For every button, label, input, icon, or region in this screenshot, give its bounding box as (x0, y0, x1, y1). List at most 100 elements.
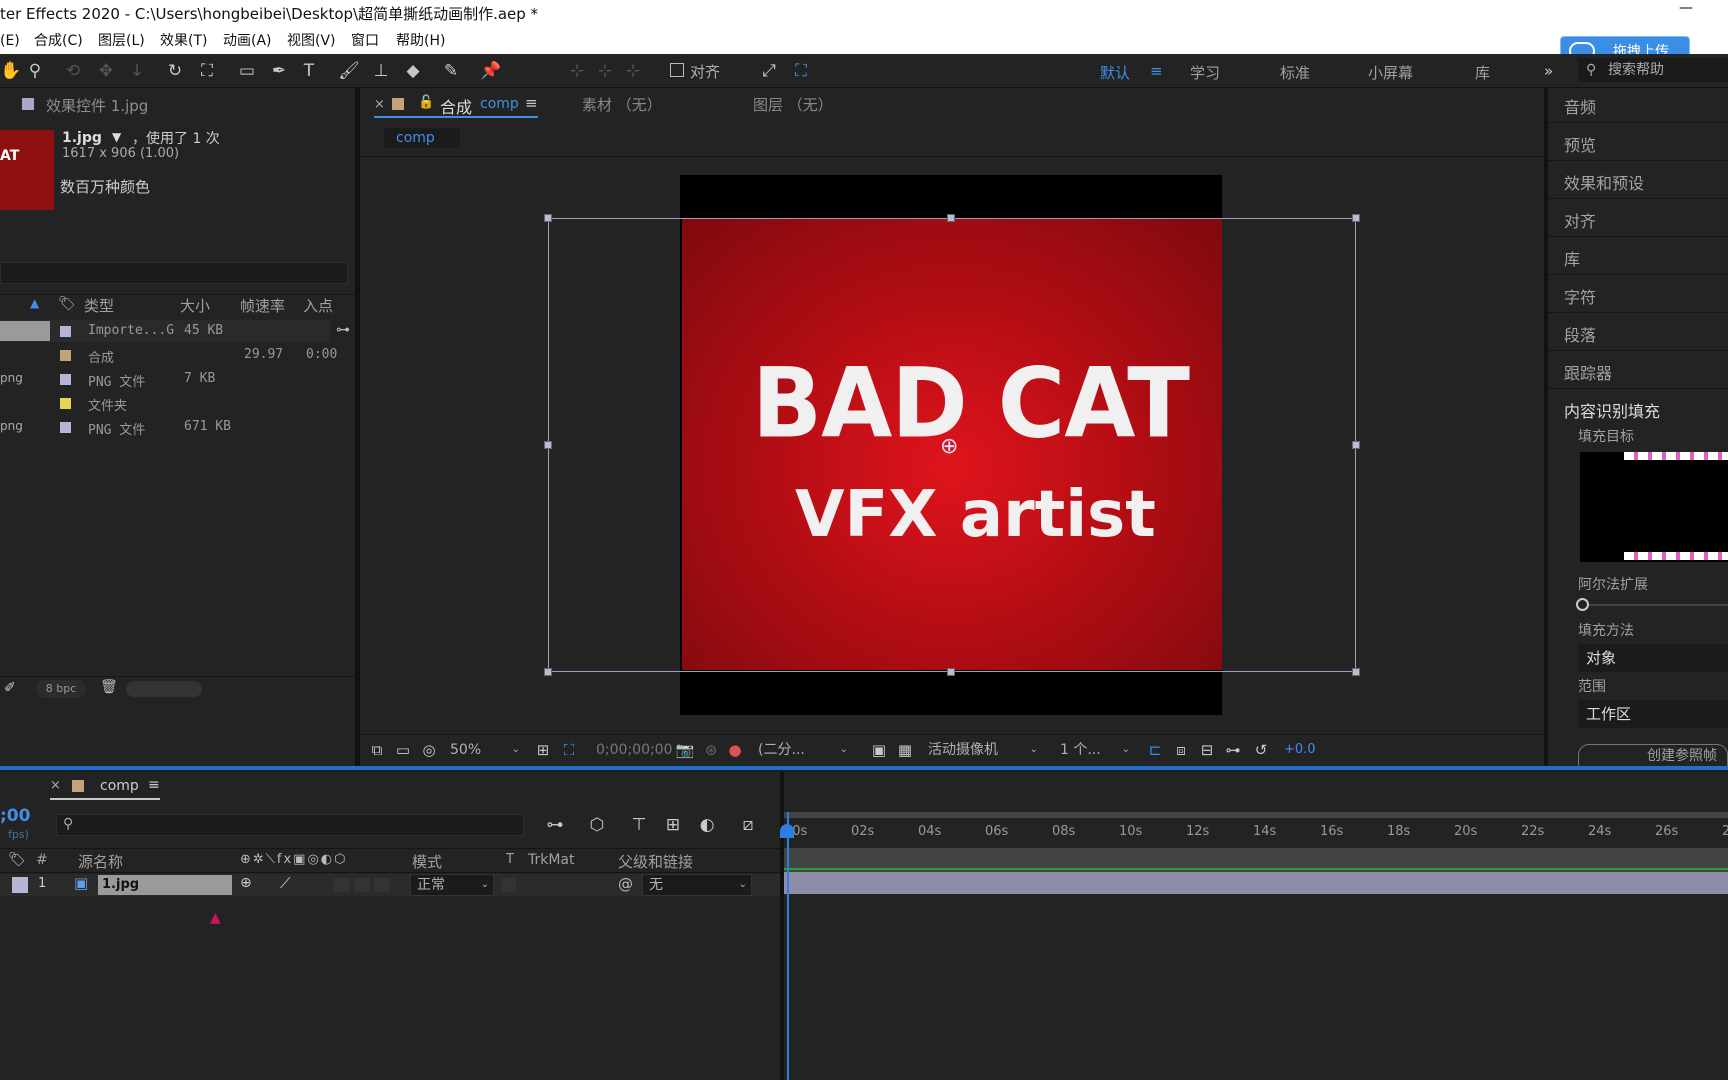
panel-library[interactable]: 库 (1564, 246, 1580, 270)
orbit-icon[interactable]: ⟲ (62, 60, 84, 82)
project-row[interactable]: 合成 29.97 0:00 (0, 344, 337, 366)
menu-composition[interactable]: 合成(C) (34, 28, 83, 54)
brush-icon[interactable]: 🖌 (338, 60, 360, 82)
thumbnail-slider[interactable] (126, 681, 202, 697)
menu-view[interactable]: 视图(V) (287, 28, 336, 54)
transparency-grid-icon[interactable]: ▦ (894, 739, 916, 761)
axis-view-icon[interactable]: ⊹ (622, 60, 644, 82)
sort-up-icon[interactable]: ▲ (30, 296, 39, 310)
timeline-search-input[interactable]: ⚲ (56, 814, 524, 836)
display-icon[interactable]: ▭ (392, 739, 414, 761)
alpha-slider-thumb[interactable] (1576, 598, 1589, 611)
row-color-label[interactable] (60, 398, 71, 409)
preserve-transparency-box[interactable] (502, 878, 516, 892)
col-parent[interactable]: 父级和链接 (618, 851, 693, 872)
switch-box[interactable] (374, 878, 390, 892)
effect-controls-tab[interactable]: 效果控件 1.jpg (46, 95, 148, 116)
time-ruler[interactable]: 00s 02s 04s 06s 08s 10s 12s 14s 16s 18s 20s 22s 24s 2… (784, 810, 1728, 848)
views-dropdown[interactable]: 1 个... ⌄ (1054, 740, 1134, 762)
layer-tab[interactable]: 图层 （无） (753, 94, 833, 115)
toggle-pixel-icon[interactable]: ⊏ (1144, 739, 1166, 761)
project-row[interactable]: 文件夹 (0, 392, 330, 414)
panel-audio[interactable]: 音频 (1564, 94, 1596, 118)
region-icon[interactable]: ⛶ (558, 739, 580, 761)
layer-duration-bar[interactable] (784, 872, 1728, 894)
exposure-value[interactable]: +0.0 (1284, 742, 1316, 757)
transform-handle[interactable] (544, 214, 552, 222)
switch-box[interactable] (334, 878, 350, 892)
search-help-input[interactable]: ⚲ 搜索帮助 (1578, 58, 1728, 82)
frame-blend-icon[interactable]: ⊞ (662, 814, 684, 836)
col-fps[interactable]: 帧速率 (240, 295, 285, 316)
interpret-icon[interactable]: ✐ (4, 680, 16, 696)
menu-effect[interactable]: 效果(T) (160, 28, 207, 54)
panel-character[interactable]: 字符 (1564, 284, 1596, 308)
graph-editor-icon[interactable]: ⧄ (737, 814, 759, 836)
pen-icon[interactable]: ✒ (268, 60, 290, 82)
always-preview-icon[interactable]: ⧉ (366, 739, 388, 761)
snap-checkbox[interactable] (670, 63, 684, 77)
shy-icon[interactable]: ⊤ (628, 814, 650, 836)
col-hash[interactable]: # (36, 852, 48, 868)
menu-edit[interactable]: (E) (0, 28, 20, 54)
bpc-button[interactable]: 8 bpc (36, 680, 86, 698)
workspace-default[interactable]: 默认 (1100, 62, 1130, 83)
col-source-name[interactable]: 源名称 (78, 851, 123, 872)
col-trkmat[interactable]: TrkMat (528, 852, 575, 868)
row-color-label[interactable] (60, 326, 71, 337)
project-search-input[interactable] (0, 262, 348, 284)
timeline-tab-name[interactable]: comp (100, 778, 139, 794)
stamp-icon[interactable]: ⊥ (370, 60, 392, 82)
content-aware-fill-title[interactable]: 内容识别填充 (1564, 398, 1660, 422)
pickwhip-icon[interactable]: @ (618, 875, 633, 893)
mode-dropdown[interactable]: 正常 ⌄ (410, 874, 494, 896)
col-type[interactable]: 类型 (84, 295, 114, 316)
playhead[interactable] (787, 812, 789, 1080)
fit-icon[interactable]: ⊞ (532, 739, 554, 761)
zoom-icon[interactable]: ⚲ (24, 60, 46, 82)
flowchart-icon[interactable]: ⊶ (336, 322, 350, 338)
project-row[interactable]: png PNG 文件 7 KB (0, 368, 330, 390)
panel-preview[interactable]: 预览 (1564, 132, 1596, 156)
anchor-point-icon[interactable]: ⊕ (940, 434, 958, 459)
work-area-bar[interactable] (784, 812, 1728, 818)
panel-align[interactable]: 对齐 (1564, 208, 1596, 232)
menu-layer[interactable]: 图层(L) (98, 28, 145, 54)
reset-exposure-icon[interactable]: ↺ (1250, 739, 1272, 761)
motion-blur-icon[interactable]: ◐ (696, 814, 718, 836)
row-color-label[interactable] (60, 350, 71, 361)
workspace-standard[interactable]: 标准 (1280, 62, 1310, 83)
rectangle-icon[interactable]: ▭ (236, 60, 258, 82)
fast-preview-icon[interactable]: ⧈ (1170, 739, 1192, 761)
puppet-icon[interactable]: 📌 (480, 60, 502, 82)
zoom-dropdown[interactable]: 50% ⌄ (444, 740, 524, 762)
show-snapshot-icon[interactable]: ⊛ (700, 739, 722, 761)
panel-effects-presets[interactable]: 效果和预设 (1564, 170, 1644, 194)
axis-world-icon[interactable]: ⊹ (594, 60, 616, 82)
roi-icon[interactable]: ▣ (868, 739, 890, 761)
row-color-label[interactable] (60, 422, 71, 433)
tab-menu-icon[interactable]: ≡ (525, 94, 538, 112)
parent-dropdown[interactable]: 无 ⌄ (642, 874, 752, 896)
col-inpoint[interactable]: 入点 (303, 295, 333, 316)
close-tab-icon[interactable]: × (50, 778, 61, 793)
collapse-switch-icon[interactable]: ⊕ (240, 875, 252, 891)
comp-tab-prefix[interactable]: 合成 (440, 94, 472, 118)
trash-icon[interactable]: 🗑 (100, 679, 118, 695)
workspace-learn[interactable]: 学习 (1190, 62, 1220, 83)
axis-local-icon[interactable]: ⊹ (566, 60, 588, 82)
layer-color-label[interactable] (12, 877, 28, 893)
layer-row[interactable]: 1 ▣ 1.jpg ⊕ ⟋ 正常 ⌄ @ 无 ⌄ (0, 874, 780, 896)
transform-handle[interactable] (544, 668, 552, 676)
col-mode[interactable]: 模式 (412, 851, 442, 872)
timecode[interactable]: 0;00;00;00 (596, 742, 673, 758)
timeline-icon[interactable]: ⊟ (1196, 739, 1218, 761)
footage-dropdown-icon[interactable]: ▼ (112, 130, 121, 144)
transform-handle[interactable] (1352, 441, 1360, 449)
mask-icon[interactable]: ◎ (418, 739, 440, 761)
lock-icon[interactable]: 🔓 (418, 95, 434, 110)
channel-icon[interactable]: ● (724, 739, 746, 761)
roto-icon[interactable]: ✎ (440, 60, 462, 82)
panel-paragraph[interactable]: 段落 (1564, 322, 1596, 346)
menu-animation[interactable]: 动画(A) (223, 28, 272, 54)
